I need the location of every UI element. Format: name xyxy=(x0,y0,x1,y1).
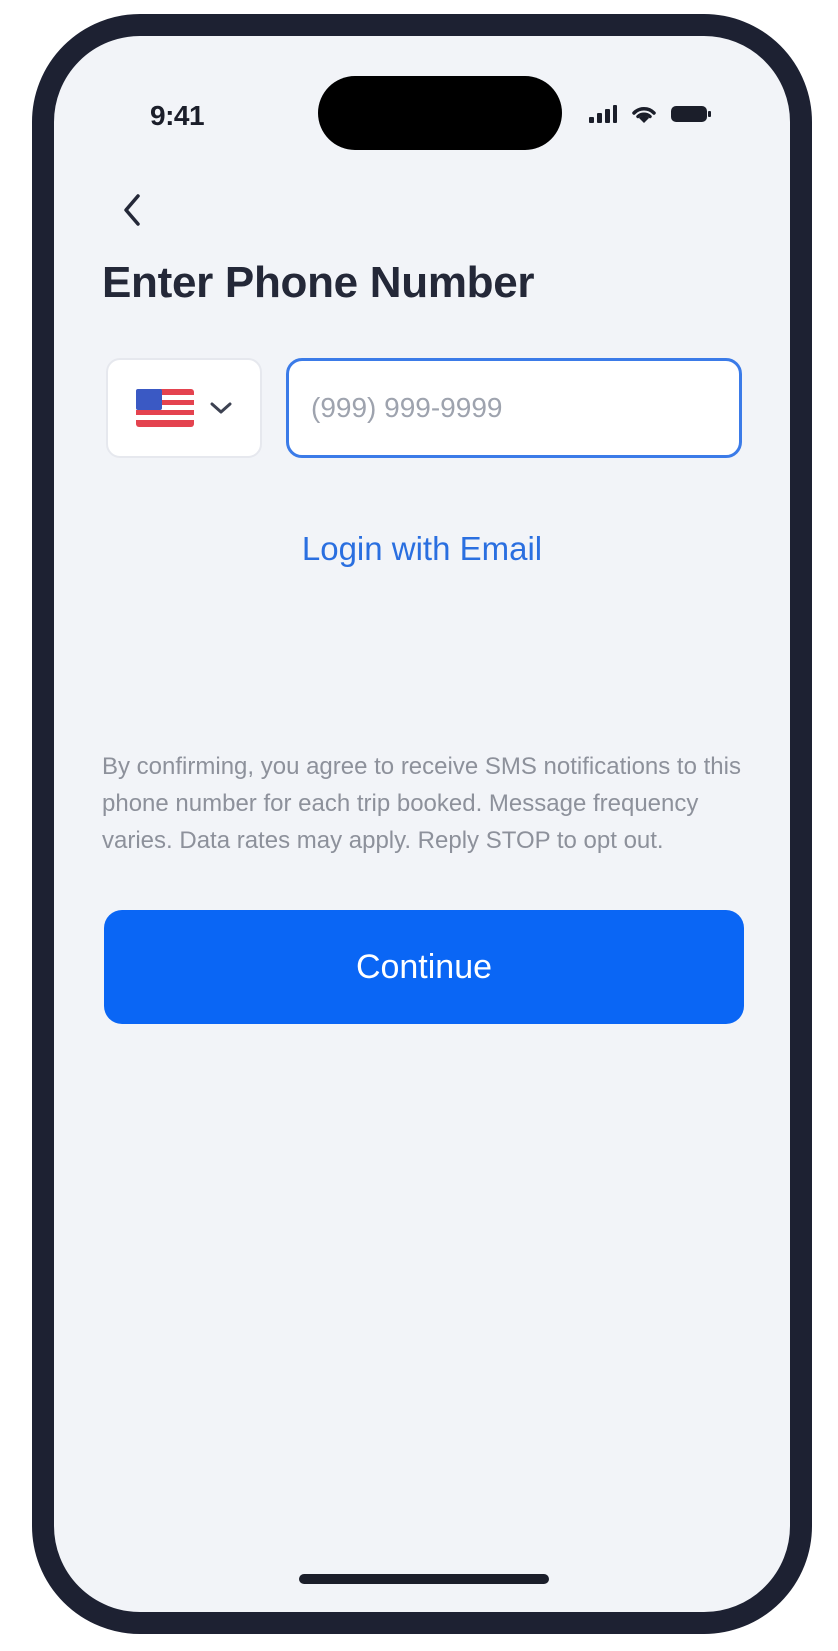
wifi-icon xyxy=(632,107,656,123)
status-time: 9:41 xyxy=(150,100,205,131)
phone-number-input[interactable] xyxy=(286,358,742,458)
chevron-left-icon xyxy=(124,194,140,226)
back-button[interactable] xyxy=(108,186,156,234)
sms-consent-text: By confirming, you agree to receive SMS … xyxy=(102,753,741,854)
battery-icon xyxy=(671,106,711,122)
phone-frame: 9:41 Enter Phone Number (999) 999-9999 L… xyxy=(32,14,812,1634)
us-flag-icon xyxy=(136,389,194,427)
status-bar: 9:41 xyxy=(54,36,790,156)
status-icons xyxy=(588,104,712,124)
country-code-selector[interactable] xyxy=(106,358,262,458)
dynamic-island xyxy=(318,76,562,150)
home-indicator xyxy=(299,1574,549,1584)
login-with-email-link[interactable]: Login with Email xyxy=(54,530,790,568)
signal-icon xyxy=(589,105,617,123)
continue-button[interactable]: Continue xyxy=(104,910,744,1024)
page-title: Enter Phone Number xyxy=(102,258,535,307)
chevron-down-icon xyxy=(210,402,232,414)
